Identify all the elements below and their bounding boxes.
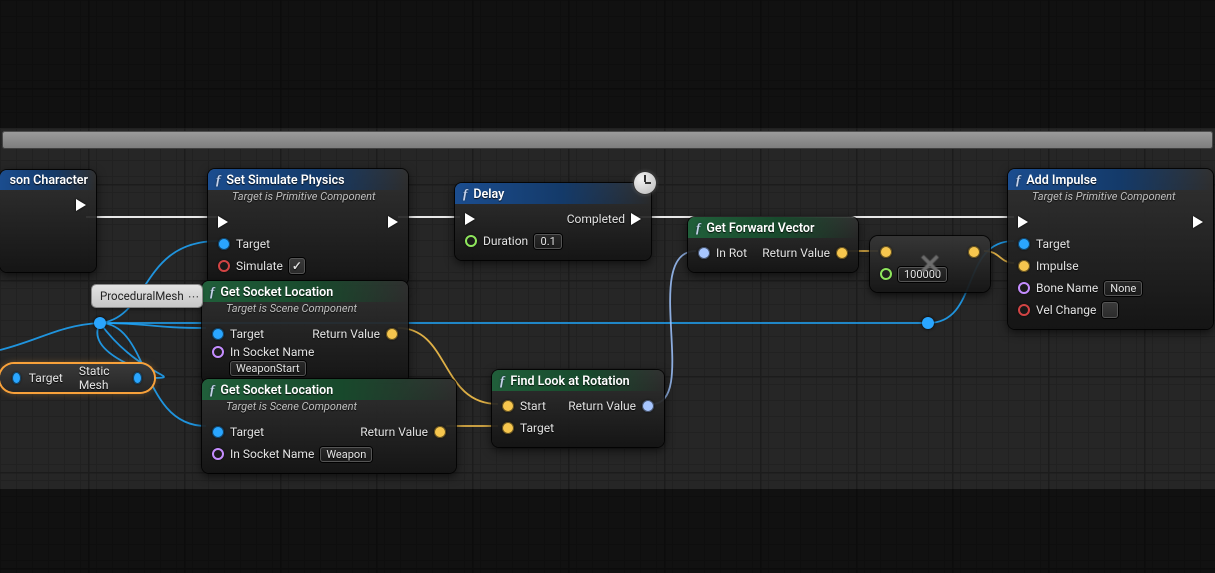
node-title: Get Socket Location	[220, 383, 333, 398]
graph-dim-bottom	[0, 489, 1215, 573]
pin-target[interactable]: Target	[212, 425, 264, 439]
pin-target[interactable]: Target	[218, 237, 270, 251]
pin-in[interactable]	[12, 372, 21, 384]
pin-in-socket-name[interactable]: In Socket Name Weapon	[212, 447, 372, 462]
exec-out-pin[interactable]	[1193, 216, 1203, 228]
pill-left-label: Target	[29, 371, 63, 385]
node-title: son Character	[10, 173, 88, 188]
pin-bone-name[interactable]: Bone Name None	[1018, 281, 1142, 296]
node-header: son Character	[0, 170, 96, 190]
simulate-checkbox[interactable]: ✓	[289, 258, 305, 274]
exec-in-pin[interactable]	[218, 216, 228, 228]
function-icon: f	[500, 373, 504, 389]
pin-start[interactable]: Start	[502, 399, 546, 413]
node-header: f Get Socket Location	[202, 379, 456, 400]
node-title: Get Socket Location	[220, 285, 333, 300]
exec-out-pin[interactable]	[76, 199, 86, 211]
function-icon: f	[1016, 172, 1020, 188]
node-set-simulate-physics[interactable]: f Set Simulate Physics Target is Primiti…	[208, 169, 408, 285]
node-cast-partial[interactable]: son Character	[0, 170, 96, 272]
node-header: f Find Look at Rotation	[492, 370, 664, 391]
node-get-socket-location-b[interactable]: f Get Socket Location Target is Scene Co…	[202, 379, 456, 473]
pin-vel-change[interactable]: Vel Change	[1018, 302, 1118, 318]
node-delay[interactable]: f Delay Completed Duration 0.1	[455, 183, 651, 260]
function-icon: f	[463, 186, 467, 202]
node-header: f Delay	[455, 183, 651, 204]
reroute-node[interactable]	[922, 317, 934, 329]
node-header: f Get Socket Location	[202, 281, 408, 302]
node-header: f Add Impulse	[1008, 169, 1213, 190]
chip-label: ProceduralMesh	[100, 289, 184, 303]
pin-target[interactable]: Target	[1018, 237, 1070, 251]
exec-in-pin[interactable]	[465, 213, 475, 225]
graph-dim-top	[0, 0, 1215, 128]
pin-impulse[interactable]: Impulse	[1018, 259, 1079, 273]
chip-procedural-mesh[interactable]: ProceduralMesh ⋯	[92, 285, 202, 307]
pin-return[interactable]: Return Value	[312, 327, 398, 341]
pin-duration[interactable]: Duration 0.1	[465, 234, 562, 249]
node-header: f Get Forward Vector	[688, 217, 858, 238]
node-find-look-at-rotation[interactable]: f Find Look at Rotation Start Return Val…	[492, 370, 664, 447]
pin-in-socket-name[interactable]: In Socket Name WeaponStart	[212, 345, 314, 376]
pin-target[interactable]: Target	[502, 421, 554, 435]
node-title: Delay	[473, 187, 504, 202]
exec-out-completed[interactable]: Completed	[567, 212, 641, 226]
latent-clock-icon	[634, 172, 656, 194]
function-icon: f	[696, 220, 700, 236]
function-icon: f	[210, 382, 214, 398]
socket-name-value[interactable]: Weapon	[320, 447, 372, 462]
node-title: Get Forward Vector	[706, 221, 814, 236]
function-icon: f	[210, 284, 214, 300]
pin-out[interactable]	[133, 372, 142, 384]
function-icon: f	[216, 172, 220, 188]
pill-right-label: Static Mesh	[79, 364, 125, 392]
node-subtitle: Target is Primitive Component	[1008, 190, 1213, 207]
node-subtitle: Target is Scene Component	[202, 400, 456, 417]
pin-return[interactable]: Return Value	[568, 399, 654, 413]
reroute-node[interactable]	[94, 317, 106, 329]
variable-static-mesh[interactable]: Target Static Mesh	[0, 364, 154, 392]
duration-value[interactable]: 0.1	[534, 234, 562, 249]
ellipsis-icon: ⋯	[188, 289, 201, 303]
exec-in-pin[interactable]	[1018, 216, 1028, 228]
node-header: f Set Simulate Physics	[208, 169, 408, 190]
socket-name-value[interactable]: WeaponStart	[230, 361, 306, 376]
pin-in-rot[interactable]: In Rot	[698, 246, 747, 260]
node-get-socket-location-a[interactable]: f Get Socket Location Target is Scene Co…	[202, 281, 408, 383]
multiply-icon: ✕	[870, 236, 990, 292]
horizontal-scrollbar[interactable]	[2, 131, 1213, 149]
node-add-impulse[interactable]: f Add Impulse Target is Primitive Compon…	[1008, 169, 1213, 329]
node-title: Add Impulse	[1026, 173, 1096, 188]
node-title: Set Simulate Physics	[226, 173, 344, 188]
node-title: Find Look at Rotation	[510, 374, 629, 389]
node-subtitle: Target is Primitive Component	[208, 190, 408, 207]
pin-return[interactable]: Return Value	[762, 246, 848, 260]
node-subtitle: Target is Scene Component	[202, 302, 408, 319]
pin-return[interactable]: Return Value	[360, 425, 446, 439]
pin-simulate[interactable]: Simulate ✓	[218, 258, 305, 274]
node-get-forward-vector[interactable]: f Get Forward Vector In Rot Return Value	[688, 217, 858, 272]
exec-out-pin[interactable]	[388, 216, 398, 228]
bone-name-value[interactable]: None	[1104, 281, 1142, 296]
node-multiply[interactable]: ✕ 100000	[870, 236, 990, 292]
pin-target[interactable]: Target	[212, 327, 264, 341]
vel-change-checkbox[interactable]	[1102, 302, 1118, 318]
